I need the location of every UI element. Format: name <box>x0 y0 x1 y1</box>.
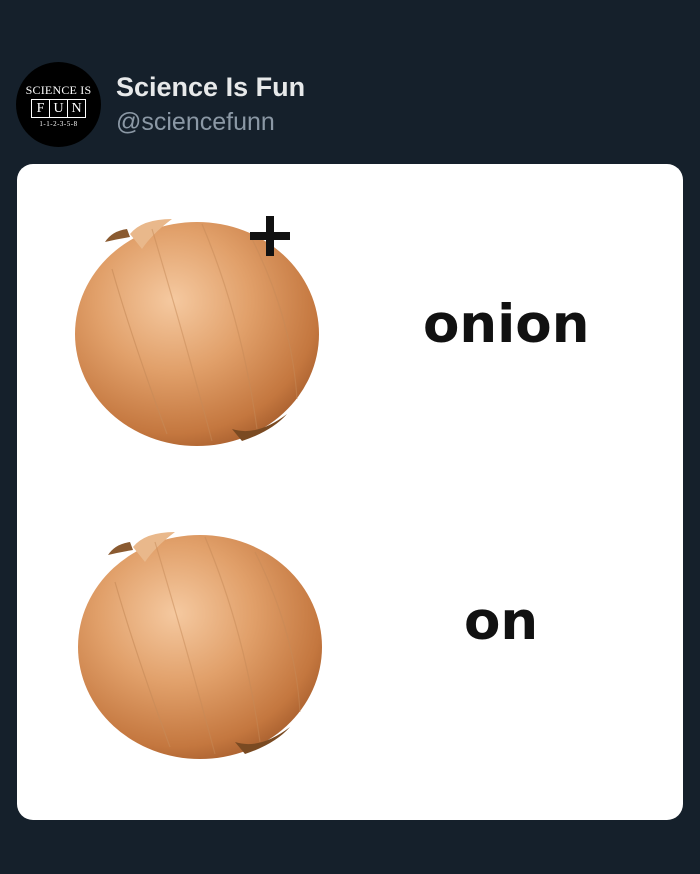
avatar-logo-letter: F <box>31 99 50 118</box>
author-names: Science Is Fun @sciencefunn <box>116 62 305 138</box>
avatar-logo-letter: U <box>50 99 68 118</box>
onion-image-bottom <box>75 522 325 762</box>
tweet-media-image[interactable]: onion on <box>17 164 683 820</box>
avatar-logo-letter: N <box>68 99 86 118</box>
avatar-logo-sequence: 1-1-2-3-5-8 <box>39 120 78 128</box>
word-on: on <box>464 591 539 652</box>
tweet-header: SCIENCE IS F U N 1-1-2-3-5-8 Science Is … <box>16 62 305 148</box>
avatar-logo-top: SCIENCE IS <box>25 83 92 97</box>
avatar-logo-letters: F U N <box>16 99 101 118</box>
plus-icon <box>250 216 290 256</box>
author-display-name[interactable]: Science Is Fun <box>116 71 305 103</box>
author-handle[interactable]: @sciencefunn <box>116 106 305 138</box>
tweet: SCIENCE IS F U N 1-1-2-3-5-8 Science Is … <box>0 0 700 874</box>
word-onion: onion <box>423 294 590 355</box>
avatar[interactable]: SCIENCE IS F U N 1-1-2-3-5-8 <box>16 62 101 147</box>
